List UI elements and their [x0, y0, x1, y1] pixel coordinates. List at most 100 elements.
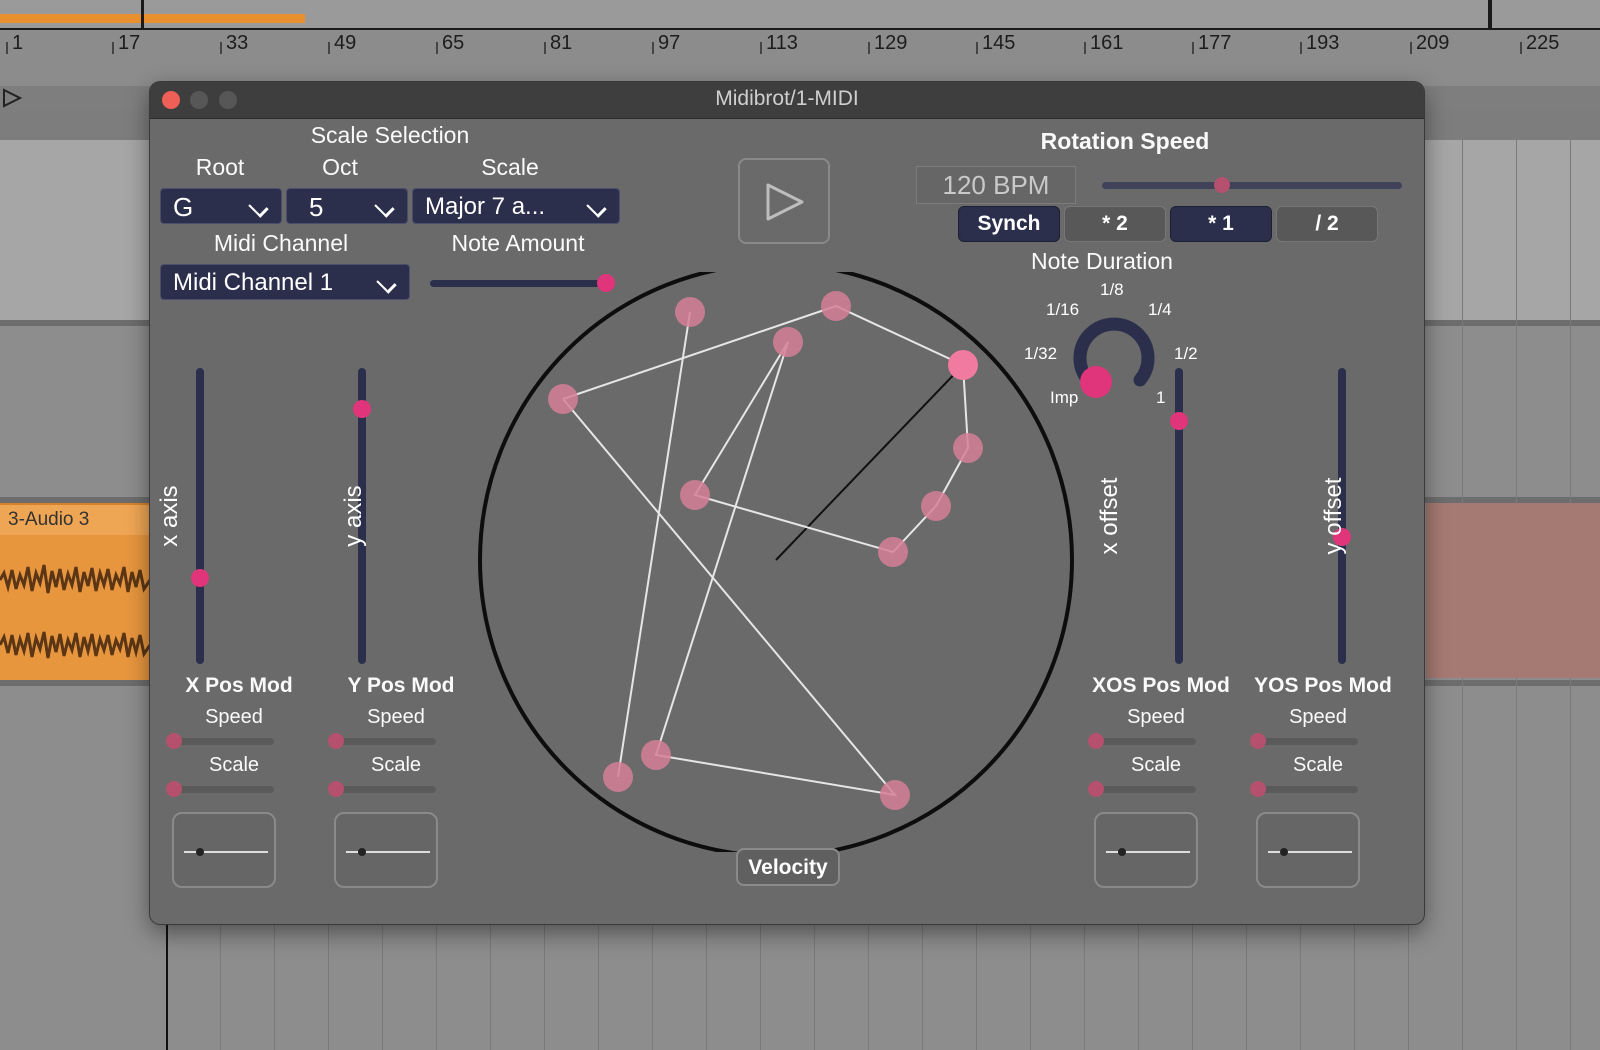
mod-2-scale-label: Scale — [1130, 754, 1182, 776]
mod-2-scale-slider[interactable] — [1092, 786, 1196, 793]
mod-1-speed-slider-thumb[interactable] — [328, 733, 344, 749]
mod-1-scale-slider[interactable] — [332, 786, 436, 793]
mod-3-speed-label: Speed — [1289, 706, 1347, 728]
velocity-button[interactable]: Velocity — [736, 848, 840, 886]
mod-1-scale-slider-thumb[interactable] — [328, 781, 344, 797]
mod-0-scale-slider-thumb[interactable] — [166, 781, 182, 797]
scale-label: Scale — [481, 154, 539, 180]
play-icon — [766, 183, 804, 221]
plugin-window: Midibrot/1-MIDI Scale Selection Root Oct… — [150, 82, 1424, 924]
note-duration-title: Note Duration — [1031, 248, 1173, 274]
mod-3-scale-slider[interactable] — [1254, 786, 1358, 793]
mod-0-speed-slider-thumb[interactable] — [166, 733, 182, 749]
midi-clip[interactable] — [1426, 503, 1600, 678]
mod-0-scale-slider[interactable] — [170, 786, 274, 793]
note-duration-knob[interactable] — [1066, 308, 1162, 404]
ruler-tick: 129 — [867, 32, 908, 54]
scale-dropdown[interactable]: Major 7 a... — [412, 188, 620, 224]
ruler-tick: 49 — [327, 32, 357, 54]
audio-clip-label: 3-Audio 3 — [8, 509, 90, 530]
ruler-tick: 177 — [1191, 32, 1232, 54]
midi-channel-dropdown[interactable]: Midi Channel 1 — [160, 264, 410, 300]
mod-2-speed-slider[interactable] — [1092, 738, 1196, 745]
ruler-tick: 33 — [219, 32, 249, 54]
mod-3-waveform-pad[interactable] — [1256, 812, 1360, 888]
rotation-speed-slider[interactable] — [1102, 182, 1402, 189]
root-label: Root — [195, 154, 245, 180]
mod-3-speed-slider-thumb[interactable] — [1250, 733, 1266, 749]
mod-0-position-slider-thumb[interactable] — [191, 569, 209, 588]
waveform-dot — [196, 848, 204, 856]
mod-0-position-slider[interactable] — [196, 368, 204, 664]
root-value: G — [173, 192, 194, 222]
rotation-speed-slider-thumb[interactable] — [1214, 177, 1230, 193]
bpm-value: 120 BPM — [942, 170, 1050, 200]
chevron-down-icon — [586, 197, 607, 218]
audio-clip[interactable]: 3-Audio 3 — [0, 503, 150, 680]
note-duration-label-1-2: 1/2 — [1174, 344, 1198, 363]
mod-2-waveform-pad[interactable] — [1094, 812, 1198, 888]
mod-3-axis-label: y offset — [1320, 477, 1347, 555]
mod-0-speed-slider[interactable] — [170, 738, 274, 745]
window-title: Midibrot/1-MIDI — [715, 87, 859, 110]
play-marker-icon — [3, 88, 23, 108]
track-lane-light — [0, 140, 150, 320]
loop-region[interactable] — [0, 14, 305, 23]
divide-two-button[interactable]: / 2 — [1276, 206, 1378, 242]
note-amount-label: Note Amount — [451, 230, 585, 256]
synch-button[interactable]: Synch — [958, 206, 1060, 242]
mod-3-speed-slider[interactable] — [1254, 738, 1358, 745]
loop-end-marker — [1488, 0, 1492, 28]
ruler-tick: 65 — [435, 32, 465, 54]
loop-start-marker — [141, 0, 144, 28]
mod-1-speed-slider[interactable] — [332, 738, 436, 745]
mod-2-speed-slider-thumb[interactable] — [1088, 733, 1104, 749]
scale-selection-title: Scale Selection — [310, 122, 470, 148]
ruler-tick: 113 — [760, 32, 798, 54]
ruler-tick: 81 — [543, 32, 573, 54]
mod-1-waveform-pad[interactable] — [334, 812, 438, 888]
audio-waveform — [0, 564, 150, 659]
mod-2-position-slider-thumb[interactable] — [1170, 412, 1188, 431]
waveform-dot — [1118, 848, 1126, 856]
note-duration-label-1-8: 1/8 — [1100, 280, 1124, 299]
mod-2-speed-label: Speed — [1127, 706, 1185, 728]
oct-label: Oct — [322, 154, 358, 180]
mod-1-title: Y Pos Mod — [347, 674, 455, 697]
waveform-dot — [358, 848, 366, 856]
rotation-speed-title: Rotation Speed — [1040, 128, 1210, 154]
chevron-down-icon — [376, 273, 397, 294]
transport-overview-strip[interactable] — [0, 0, 1600, 30]
oct-value: 5 — [309, 192, 324, 222]
mod-1-axis-label: y axis — [340, 485, 367, 547]
mod-2-scale-slider-thumb[interactable] — [1088, 781, 1104, 797]
chevron-down-icon — [248, 197, 269, 218]
title-bar[interactable]: Midibrot/1-MIDI — [150, 82, 1424, 119]
scale-value: Major 7 a... — [425, 193, 546, 220]
oct-dropdown[interactable]: 5 — [286, 188, 408, 224]
times-one-button[interactable]: * 1 — [1170, 206, 1272, 242]
play-button[interactable] — [738, 158, 830, 244]
mod-1-position-slider-thumb[interactable] — [353, 400, 371, 419]
midi-channel-value: Midi Channel 1 — [173, 269, 334, 296]
ruler-tick: 17 — [111, 32, 141, 54]
ruler-tick: 97 — [651, 32, 681, 54]
mod-1-speed-label: Speed — [367, 706, 425, 728]
mod-3-scale-slider-thumb[interactable] — [1250, 781, 1266, 797]
orbit-display[interactable] — [478, 272, 1078, 852]
midi-channel-label: Midi Channel — [213, 230, 349, 256]
chevron-down-icon — [374, 197, 395, 218]
ruler-tick: 193 — [1299, 32, 1340, 54]
ruler-tick: 161 — [1083, 32, 1124, 54]
mod-0-waveform-pad[interactable] — [172, 812, 276, 888]
bpm-display: 120 BPM — [916, 166, 1076, 204]
mod-0-speed-label: Speed — [205, 706, 263, 728]
mod-3-title: YOS Pos Mod — [1254, 674, 1392, 697]
mod-0-scale-label: Scale — [208, 754, 260, 776]
mod-3-scale-label: Scale — [1292, 754, 1344, 776]
mod-0-title: X Pos Mod — [185, 674, 293, 697]
root-dropdown[interactable]: G — [160, 188, 282, 224]
ruler-tick: 1 — [5, 32, 24, 54]
ruler-tick: 145 — [975, 32, 1016, 54]
times-two-button[interactable]: * 2 — [1064, 206, 1166, 242]
